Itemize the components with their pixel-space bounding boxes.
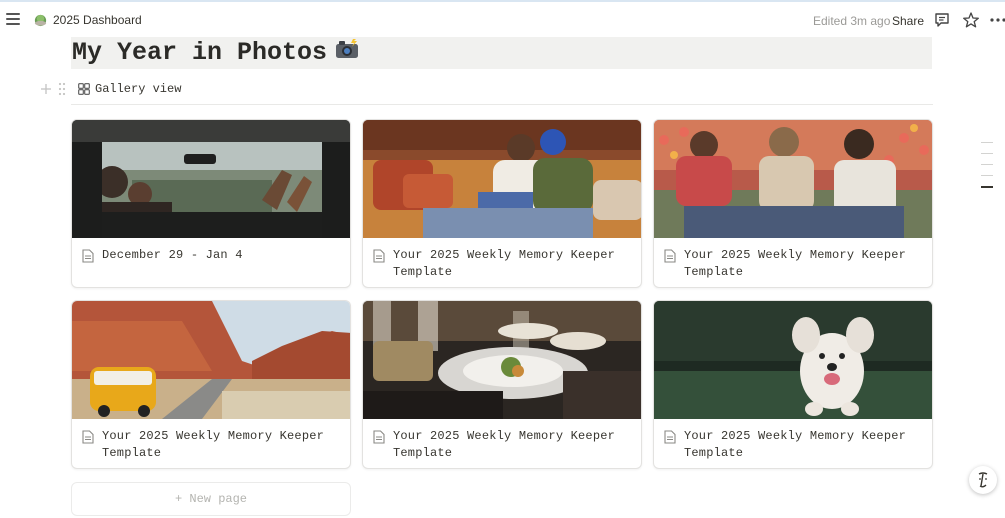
dinner-plate-restaurant-photo	[363, 301, 641, 419]
menu-icon[interactable]	[6, 13, 20, 25]
friends-on-couch-with-laptop-photo	[363, 120, 641, 238]
page-icon	[373, 430, 385, 444]
ai-face-icon	[978, 472, 988, 488]
card-title: Your 2025 Weekly Memory Keeper Template	[684, 248, 907, 279]
share-button[interactable]: Share	[892, 14, 924, 28]
card-title: Your 2025 Weekly Memory Keeper Template	[393, 429, 616, 460]
page-title-text[interactable]: My Year in Photos	[72, 38, 327, 67]
card-title: Your 2025 Weekly Memory Keeper Template	[393, 248, 616, 279]
card-title: December 29 - Jan 4	[102, 248, 243, 262]
favorite-star-icon[interactable]	[962, 11, 980, 29]
toc-line	[981, 153, 993, 154]
toc-line	[981, 175, 993, 176]
yellow-van-in-canyon-photo	[72, 301, 350, 419]
page-icon	[373, 249, 385, 263]
gallery-card[interactable]: Your 2025 Weekly Memory Keeper Template	[362, 300, 642, 469]
gallery-view-icon[interactable]	[78, 83, 90, 95]
add-block-icon[interactable]	[40, 83, 52, 95]
gallery-card[interactable]: Your 2025 Weekly Memory Keeper Template	[653, 300, 933, 469]
camera-flash-icon	[336, 39, 359, 59]
drag-handle-icon[interactable]	[58, 82, 66, 96]
friends-laughing-in-tulip-field-photo	[654, 120, 932, 238]
page-icon	[664, 430, 676, 444]
top-bar: 2025 Dashboard Edited 3m ago Share	[0, 0, 1005, 38]
gallery-card[interactable]: Your 2025 Weekly Memory Keeper Template	[653, 119, 933, 288]
more-options-icon[interactable]	[989, 11, 1005, 29]
white-puppy-running-photo	[654, 301, 932, 419]
workspace-title[interactable]: 2025 Dashboard	[53, 13, 142, 27]
table-of-contents-indicator[interactable]	[981, 142, 993, 198]
comment-icon[interactable]	[933, 11, 951, 29]
new-page-button[interactable]: + New page	[71, 482, 351, 516]
card-title: Your 2025 Weekly Memory Keeper Template	[102, 429, 325, 460]
road-trip-van-interior-photo	[72, 120, 350, 238]
page-icon	[82, 249, 94, 263]
toc-line	[981, 142, 993, 143]
page-icon	[82, 430, 94, 444]
page-title[interactable]: My Year in Photos	[71, 37, 932, 69]
gallery-card[interactable]: Your 2025 Weekly Memory Keeper Template	[71, 300, 351, 469]
edited-status: Edited 3m ago	[813, 14, 891, 28]
ai-assistant-button[interactable]	[969, 466, 997, 494]
gallery-card[interactable]: Your 2025 Weekly Memory Keeper Template	[362, 119, 642, 288]
page-icon	[664, 249, 676, 263]
gallery-view-tab[interactable]: Gallery view	[95, 82, 181, 96]
gallery-card[interactable]: December 29 - Jan 4	[71, 119, 351, 288]
card-title: Your 2025 Weekly Memory Keeper Template	[684, 429, 907, 460]
toc-line	[981, 164, 993, 165]
divider	[71, 104, 933, 105]
workspace-icon[interactable]	[33, 12, 48, 27]
toc-line-active	[981, 186, 993, 188]
